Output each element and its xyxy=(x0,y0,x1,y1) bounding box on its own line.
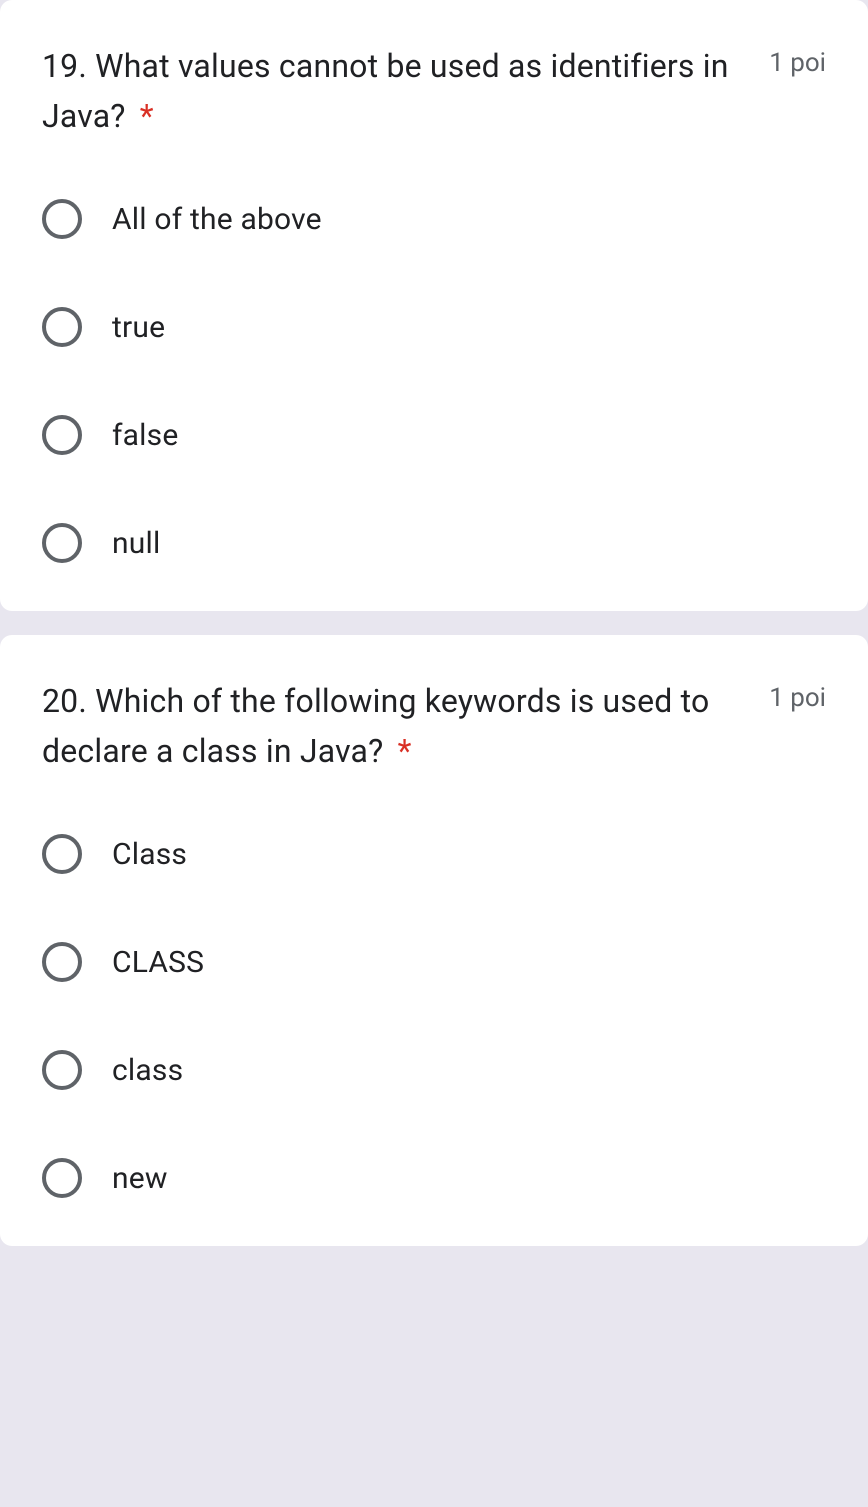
radio-icon[interactable] xyxy=(42,523,82,563)
question-text: 20. Which of the following keywords is u… xyxy=(42,682,709,770)
option-class-capital[interactable]: Class xyxy=(42,834,826,874)
question-title: 20. Which of the following keywords is u… xyxy=(42,677,755,776)
radio-icon[interactable] xyxy=(42,1050,82,1090)
question-card-19: 19. What values cannot be used as identi… xyxy=(0,0,868,611)
question-header: 20. Which of the following keywords is u… xyxy=(42,677,826,776)
radio-icon[interactable] xyxy=(42,307,82,347)
options-group: All of the above true false null xyxy=(42,199,826,563)
question-title: 19. What values cannot be used as identi… xyxy=(42,42,755,141)
option-label: null xyxy=(112,526,161,561)
required-indicator: * xyxy=(140,97,154,135)
option-label: false xyxy=(112,418,178,453)
radio-icon[interactable] xyxy=(42,834,82,874)
option-label: All of the above xyxy=(112,202,322,237)
question-card-20: 20. Which of the following keywords is u… xyxy=(0,635,868,1246)
option-label: new xyxy=(112,1161,168,1196)
option-label: Class xyxy=(112,837,187,872)
option-class-lower[interactable]: class xyxy=(42,1050,826,1090)
option-false[interactable]: false xyxy=(42,415,826,455)
option-new[interactable]: new xyxy=(42,1158,826,1198)
question-header: 19. What values cannot be used as identi… xyxy=(42,42,826,141)
radio-icon[interactable] xyxy=(42,415,82,455)
required-indicator: * xyxy=(398,732,412,770)
option-label: CLASS xyxy=(112,945,204,980)
radio-icon[interactable] xyxy=(42,199,82,239)
options-group: Class CLASS class new xyxy=(42,834,826,1198)
option-null[interactable]: null xyxy=(42,523,826,563)
option-true[interactable]: true xyxy=(42,307,826,347)
option-label: class xyxy=(112,1053,183,1088)
radio-icon[interactable] xyxy=(42,942,82,982)
option-all-of-the-above[interactable]: All of the above xyxy=(42,199,826,239)
option-label: true xyxy=(112,310,165,345)
points-label: 1 poi xyxy=(769,683,826,713)
radio-icon[interactable] xyxy=(42,1158,82,1198)
option-class-upper[interactable]: CLASS xyxy=(42,942,826,982)
points-label: 1 poi xyxy=(769,48,826,78)
